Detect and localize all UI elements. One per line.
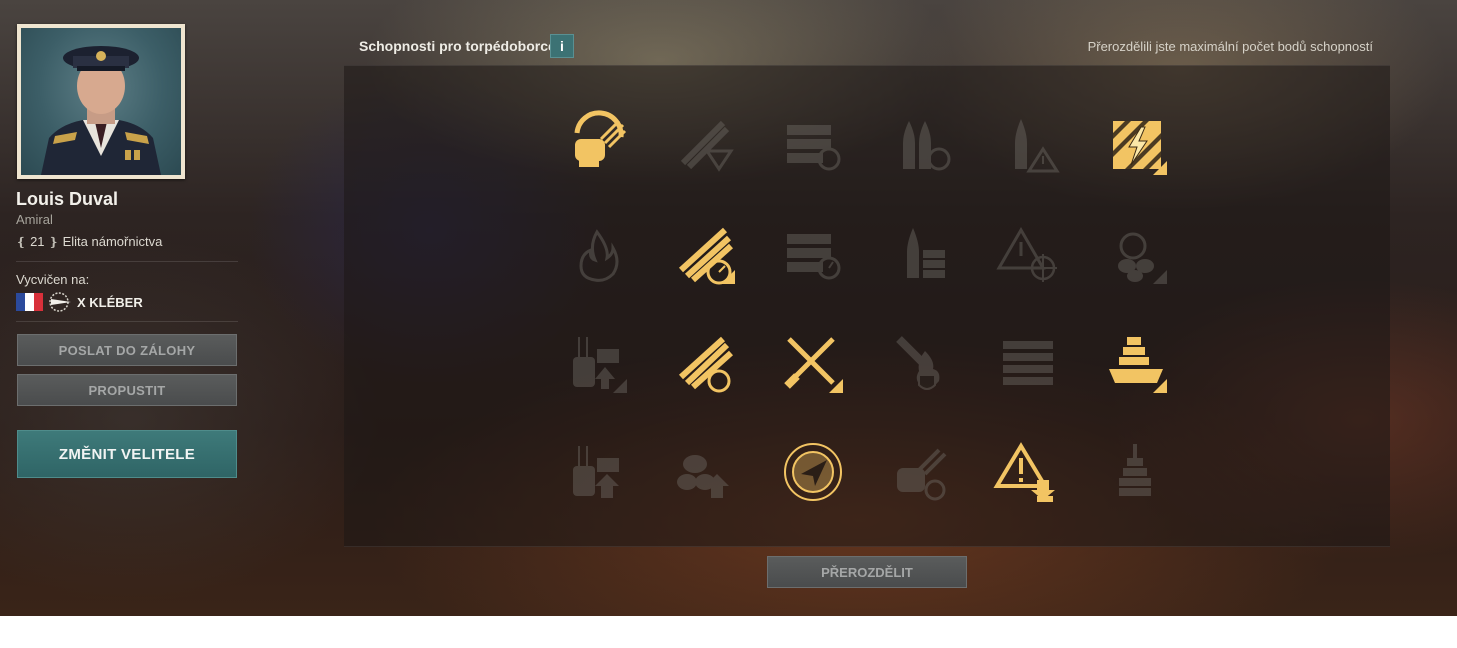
shell-stack-icon[interactable] <box>889 222 953 286</box>
ship-name: X KLÉBER <box>77 294 143 310</box>
commander-rank: Amiral <box>16 212 53 227</box>
emergency-repair-icon[interactable] <box>1105 113 1169 177</box>
divider <box>16 261 238 262</box>
redistribute-button[interactable]: PŘEROZDĚLIT <box>767 556 967 588</box>
gun-reload-alt-icon[interactable] <box>889 440 953 504</box>
commander-level: 21 <box>30 234 45 249</box>
launcher-timer-icon[interactable] <box>781 222 845 286</box>
secondary-battery-upgrade-icon[interactable] <box>565 331 629 395</box>
skills-note: Přerozdělili jste maximální počet bodů s… <box>1087 39 1373 54</box>
france-flag-icon <box>16 293 43 311</box>
commander-avatar <box>41 46 161 175</box>
ammo-reload-icon[interactable] <box>781 113 845 177</box>
propeller-upgrade-icon[interactable] <box>673 440 737 504</box>
commander-name: Louis Duval <box>16 189 119 209</box>
commander-level-row: ❴ 21 ❵ Elita námořnictva <box>16 234 162 249</box>
send-to-reserve-button[interactable]: POSLAT DO ZÁLOHY <box>17 334 237 366</box>
helm-propeller-icon[interactable] <box>1105 222 1169 286</box>
ship-upgrade-icon[interactable] <box>1105 331 1169 395</box>
torpedo-rack-icon[interactable] <box>997 331 1061 395</box>
dismiss-button[interactable]: PROPUSTIT <box>17 374 237 406</box>
warning-down-icon[interactable] <box>993 440 1061 504</box>
battery-upgrade-icon[interactable] <box>565 440 629 504</box>
torpedo-acceleration-icon[interactable] <box>673 113 737 177</box>
skills-panel <box>344 65 1390 547</box>
warning-target-icon[interactable] <box>996 222 1061 286</box>
info-button[interactable]: i <box>550 34 574 58</box>
shells-reload-icon[interactable] <box>889 113 953 177</box>
laurel-icon: ❴ <box>16 234 27 249</box>
trained-ship: X KLÉBER <box>16 292 143 312</box>
divider <box>16 321 238 322</box>
shell-warning-icon[interactable] <box>997 113 1061 177</box>
skills-title: Schopnosti pro torpédoborce <box>359 38 556 54</box>
crossed-guns-icon[interactable] <box>781 331 845 395</box>
ship-silhouette-icon[interactable] <box>1105 440 1169 504</box>
fire-shield-icon[interactable] <box>889 331 953 395</box>
torpedo-speed-icon[interactable] <box>673 222 737 286</box>
torpedo-reload-icon[interactable] <box>673 331 737 395</box>
commander-screen: Louis Duval Amiral ❴ 21 ❵ Elita námořnic… <box>0 0 1457 616</box>
trained-on-label: Vycvičen na: <box>16 272 90 287</box>
commander-portrait <box>17 24 185 179</box>
commander-level-label: Elita námořnictva <box>62 234 163 249</box>
gun-reload-icon[interactable] <box>565 110 629 177</box>
radar-compass-icon[interactable] <box>781 440 845 504</box>
laurel-icon: ❵ <box>48 234 59 249</box>
fire-icon[interactable] <box>565 222 629 286</box>
destroyer-class-icon <box>49 292 71 312</box>
change-commander-button[interactable]: ZMĚNIT VELITELE <box>17 430 237 478</box>
